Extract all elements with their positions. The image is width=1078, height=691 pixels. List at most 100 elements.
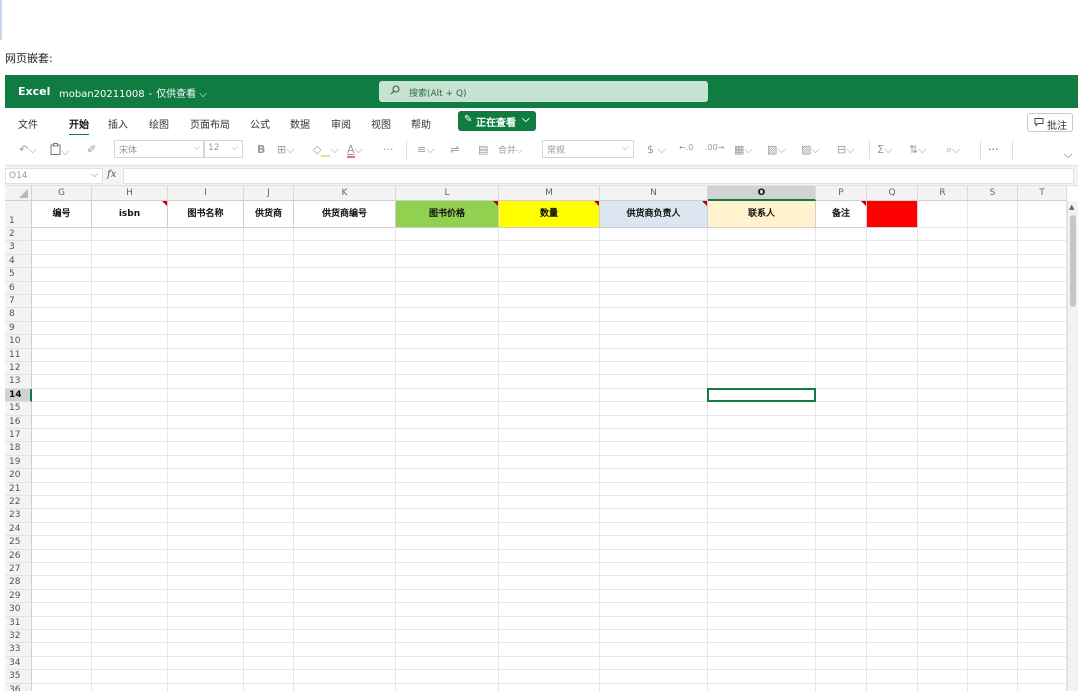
column-header-M[interactable]: M	[499, 186, 600, 201]
active-cell[interactable]	[707, 387, 816, 403]
row-header-12[interactable]: 12	[5, 362, 32, 376]
fx-icon[interactable]: fx	[107, 169, 116, 180]
tab-3[interactable]: 绘图	[149, 116, 169, 131]
autosum-icon[interactable]: Σ⌵	[877, 143, 892, 157]
row-header-10[interactable]: 10	[5, 335, 32, 349]
font-size-select[interactable]: 12 ⌵	[203, 140, 243, 158]
bold-icon[interactable]: B	[257, 143, 265, 156]
column-header-L[interactable]: L	[396, 186, 499, 201]
format-as-table-icon[interactable]: ▧⌵	[767, 143, 786, 157]
column-header-S[interactable]: S	[968, 186, 1018, 201]
tab-7[interactable]: 审阅	[331, 116, 351, 131]
comment-indicator-icon[interactable]	[162, 201, 167, 206]
formula-input[interactable]	[123, 168, 1074, 184]
row-header-7[interactable]: 7	[5, 295, 32, 309]
row-header-9[interactable]: 9	[5, 321, 32, 336]
number-format-select[interactable]: 常规 ⌵	[542, 140, 634, 158]
row-header-8[interactable]: 8	[5, 308, 32, 322]
row-header-5[interactable]: 5	[5, 268, 32, 282]
cells-icon[interactable]: ⊟⌵	[837, 143, 855, 157]
font-color-icon[interactable]: A⌵	[347, 143, 363, 158]
row-header-31[interactable]: 31	[5, 616, 32, 630]
row-header-4[interactable]: 4	[5, 254, 32, 269]
viewing-mode-button[interactable]: ✎ 正在查看 ⌵	[458, 111, 536, 131]
sort-filter-icon[interactable]: ⇅⌵	[909, 143, 927, 157]
conditional-format-icon[interactable]: ▦⌵	[734, 143, 753, 157]
comment-indicator-icon[interactable]	[594, 201, 599, 206]
comment-indicator-icon[interactable]	[493, 201, 498, 206]
increase-decimal-icon[interactable]: ←.0	[679, 143, 693, 152]
row-header-32[interactable]: 32	[5, 630, 32, 644]
align-icon[interactable]: ≡⌵	[417, 143, 435, 157]
header-cell-G[interactable]: 编号	[32, 201, 92, 228]
row-header-16[interactable]: 16	[5, 415, 32, 429]
wrap-text-icon[interactable]: ⇌	[450, 143, 459, 156]
row-header-26[interactable]: 26	[5, 549, 32, 563]
row-header-17[interactable]: 17	[5, 429, 32, 443]
row-header-1[interactable]: 1	[5, 201, 32, 228]
column-header-J[interactable]: J	[244, 186, 294, 201]
find-icon[interactable]: ⌕⌵	[946, 143, 961, 157]
header-cell-R[interactable]	[918, 201, 968, 228]
borders-icon[interactable]: ⊞⌵	[277, 143, 295, 157]
column-header-I[interactable]: I	[168, 186, 244, 201]
column-header-N[interactable]: N	[600, 186, 708, 201]
more-icon[interactable]: ···	[383, 143, 394, 156]
font-name-select[interactable]: 宋体 ⌵	[114, 140, 205, 158]
column-header-R[interactable]: R	[918, 186, 968, 201]
tab-1[interactable]: 开始	[69, 116, 89, 136]
comment-indicator-icon[interactable]	[861, 201, 866, 206]
header-cell-O[interactable]: 联系人	[708, 201, 816, 228]
row-header-11[interactable]: 11	[5, 348, 32, 362]
row-header-6[interactable]: 6	[5, 281, 32, 295]
row-header-3[interactable]: 3	[5, 241, 32, 255]
document-title[interactable]: moban20211008- 仅供查看 ⌵	[59, 85, 207, 100]
row-header-29[interactable]: 29	[5, 589, 32, 604]
row-header-34[interactable]: 34	[5, 656, 32, 671]
row-header-25[interactable]: 25	[5, 536, 32, 550]
header-cell-J[interactable]: 供货商	[244, 201, 294, 228]
row-header-15[interactable]: 15	[5, 402, 32, 416]
scrollbar-thumb[interactable]	[1070, 215, 1076, 307]
comments-button[interactable]: 批注	[1027, 113, 1073, 132]
row-header-30[interactable]: 30	[5, 603, 32, 617]
cell-styles-icon[interactable]: ▨⌵	[801, 143, 820, 157]
column-header-O[interactable]: O	[708, 186, 816, 201]
column-header-G[interactable]: G	[32, 186, 92, 201]
header-cell-N[interactable]: 供货商负责人	[600, 201, 708, 228]
tab-5[interactable]: 公式	[250, 116, 270, 131]
header-cell-K[interactable]: 供货商编号	[294, 201, 396, 228]
format-painter-icon[interactable]: ✐	[87, 143, 96, 156]
row-header-24[interactable]: 24	[5, 522, 32, 537]
row-header-28[interactable]: 28	[5, 576, 32, 590]
fill-color-icon[interactable]: ◇ ⌵	[313, 143, 339, 157]
row-header-2[interactable]: 2	[5, 228, 32, 242]
header-cell-H[interactable]: isbn	[92, 201, 168, 228]
decrease-decimal-icon[interactable]: .00→	[705, 143, 724, 152]
expand-ribbon-icon[interactable]: ⌵	[1064, 148, 1072, 162]
row-header-13[interactable]: 13	[5, 375, 32, 389]
paste-icon[interactable]: ⌵	[50, 143, 69, 159]
tab-9[interactable]: 帮助	[411, 116, 431, 131]
tab-2[interactable]: 插入	[108, 116, 128, 131]
name-box[interactable]: O14 ⌵	[5, 168, 103, 184]
row-header-36[interactable]: 36	[5, 683, 32, 691]
scroll-up-icon[interactable]: ▲	[1069, 203, 1074, 211]
select-all-corner[interactable]	[5, 186, 32, 201]
row-header-22[interactable]: 22	[5, 496, 32, 510]
comment-indicator-icon[interactable]	[702, 201, 707, 206]
tab-8[interactable]: 视图	[371, 116, 391, 131]
row-header-19[interactable]: 19	[5, 455, 32, 470]
header-cell-Q[interactable]	[867, 201, 918, 228]
row-header-20[interactable]: 20	[5, 469, 32, 483]
header-cell-L[interactable]: 图书价格	[396, 201, 499, 228]
merge-icon[interactable]: ▤	[478, 143, 488, 156]
row-header-35[interactable]: 35	[5, 670, 32, 684]
row-header-21[interactable]: 21	[5, 482, 32, 496]
header-cell-T[interactable]	[1018, 201, 1067, 228]
tab-6[interactable]: 数据	[290, 116, 310, 131]
row-header-18[interactable]: 18	[5, 442, 32, 456]
app-name[interactable]: Excel	[18, 85, 50, 98]
header-cell-M[interactable]: 数量	[499, 201, 600, 228]
header-cell-S[interactable]	[968, 201, 1018, 228]
